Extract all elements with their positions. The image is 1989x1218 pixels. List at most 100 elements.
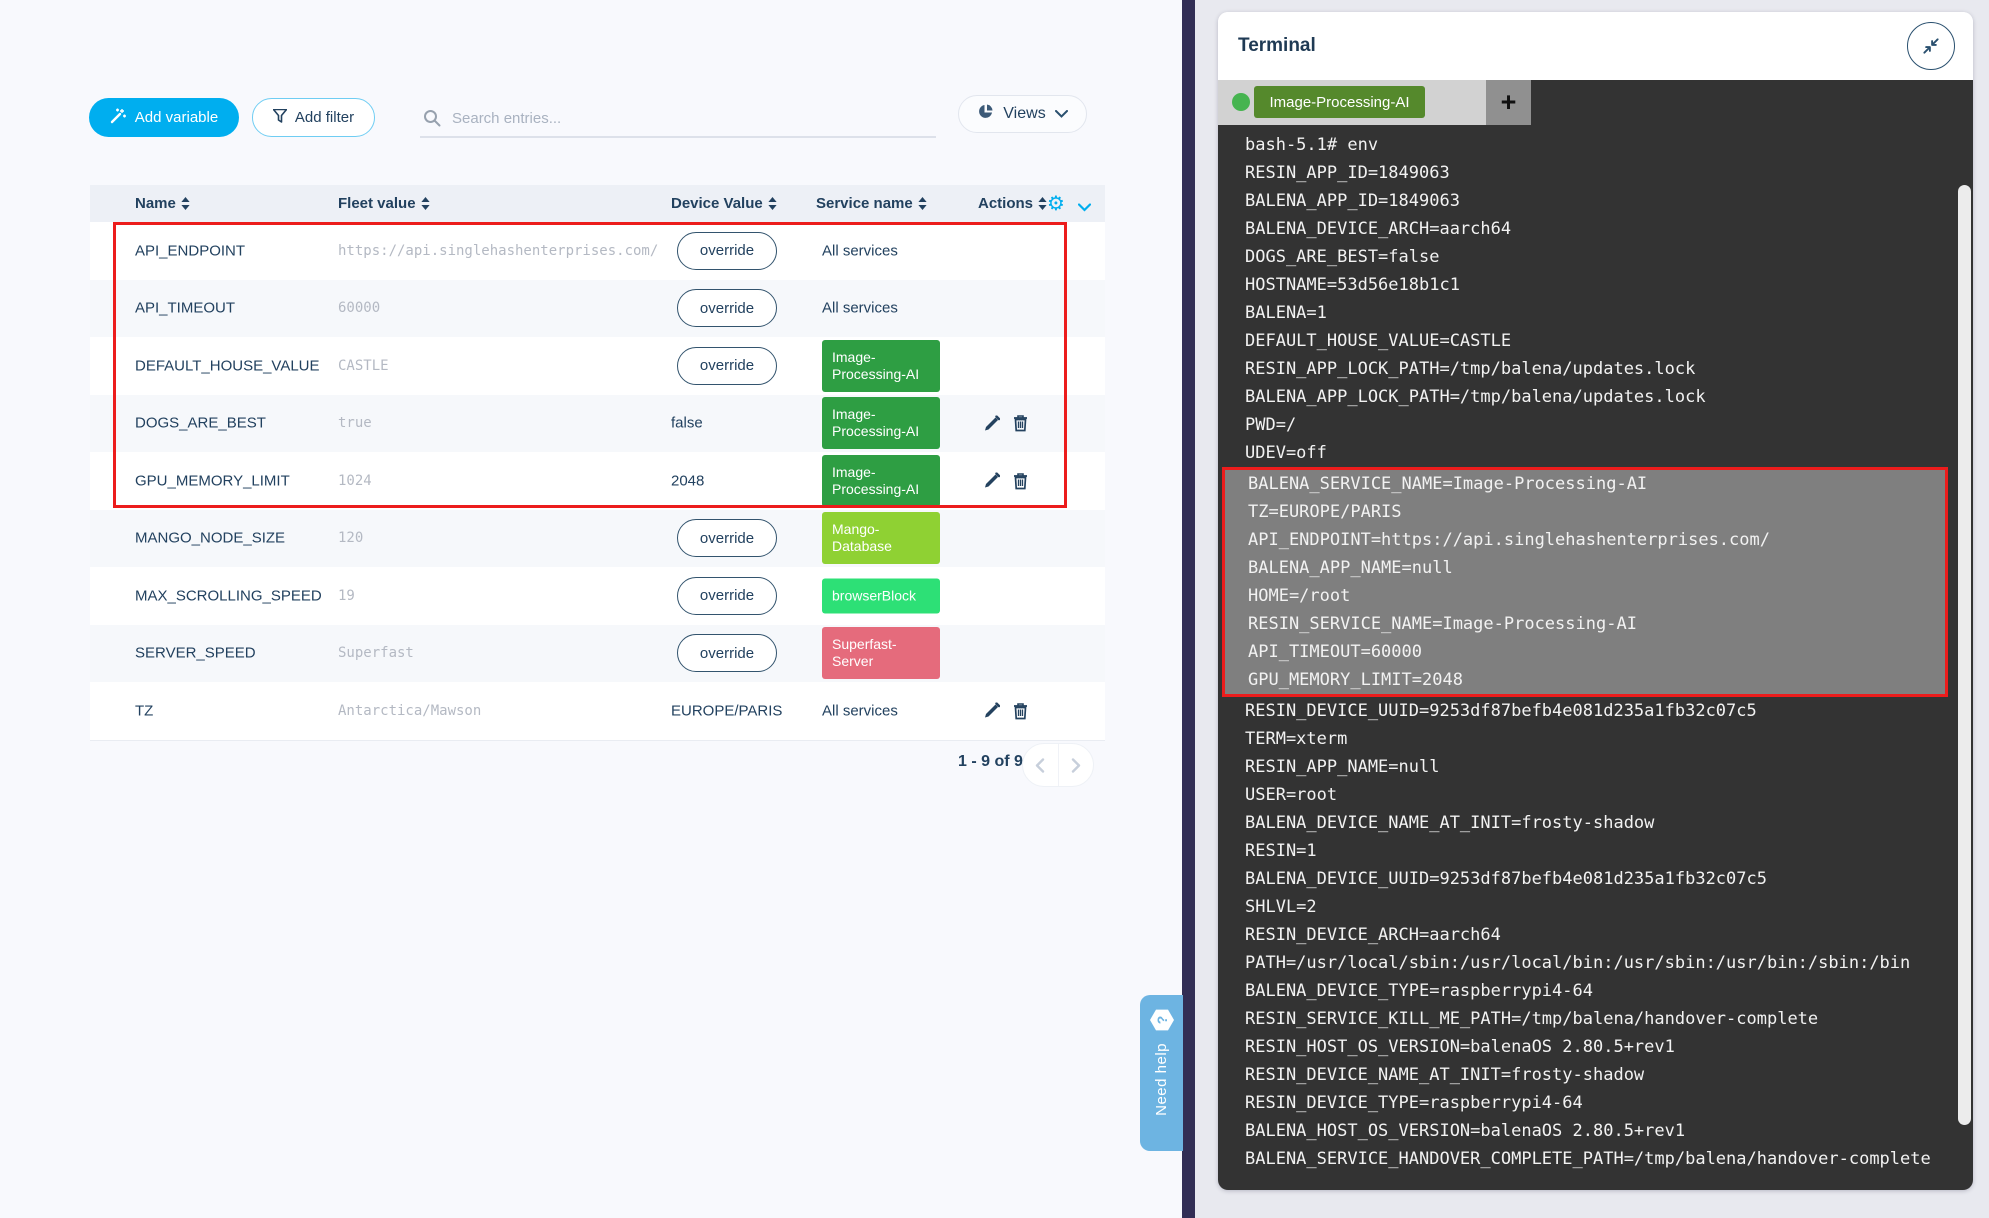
override-button[interactable]: override	[677, 519, 777, 557]
device-value: false	[671, 415, 703, 432]
variable-name: API_ENDPOINT	[135, 242, 245, 259]
table-row: TZ Antarctica/Mawson EUROPE/PARIS All servi…	[90, 682, 1105, 740]
terminal-line: RESIN_APP_NAME=null	[1218, 753, 1973, 781]
override-button[interactable]: override	[677, 577, 777, 615]
delete-button[interactable]	[1011, 470, 1030, 491]
sort-icon	[1038, 197, 1047, 210]
column-header-device-value[interactable]: Device Value	[671, 185, 777, 222]
trash-icon	[1013, 415, 1028, 432]
pie-chart-icon	[977, 103, 994, 125]
fleet-value: 120	[338, 530, 363, 546]
table-body: API_ENDPOINThttps://api.singlehashenterp…	[90, 222, 1105, 741]
table-row: DOGS_ARE_BESTtruefalseImage-Processing-A…	[90, 395, 1105, 453]
terminal-output: bash-5.1# envRESIN_APP_ID=1849063BALENA_…	[1218, 125, 1973, 1190]
variable-name: DOGS_ARE_BEST	[135, 415, 266, 432]
variables-panel: Add variable Add filter Views Name Fleet…	[0, 0, 1182, 1218]
column-header-name[interactable]: Name	[135, 185, 190, 222]
sort-icon	[918, 197, 927, 210]
pencil-icon	[984, 473, 1000, 489]
override-button[interactable]: override	[677, 634, 777, 672]
column-header-service-name[interactable]: Service name	[816, 185, 927, 222]
edit-button[interactable]	[982, 413, 1002, 434]
terminal-line: DEFAULT_HOUSE_VALUE=CASTLE	[1218, 327, 1973, 355]
terminal-line: BALENA_APP_ID=1849063	[1218, 187, 1973, 215]
terminal-line: RESIN_SERVICE_NAME=Image-Processing-AI	[1225, 610, 1945, 638]
add-variable-label: Add variable	[135, 109, 218, 126]
views-button[interactable]: Views	[958, 95, 1087, 133]
hexagon-question-icon: ?	[1149, 1007, 1175, 1033]
pagination-label: 1 - 9 of 9	[958, 753, 1023, 771]
chevron-down-icon	[1055, 105, 1068, 123]
search-input[interactable]	[452, 102, 922, 134]
service-badge: Mango-Database	[822, 512, 940, 564]
edit-button[interactable]	[982, 700, 1002, 721]
trash-icon	[1013, 472, 1028, 489]
terminal-line: RESIN_HOST_OS_VERSION=balenaOS 2.80.5+re…	[1218, 1033, 1973, 1061]
terminal-line: API_TIMEOUT=60000	[1225, 638, 1945, 666]
prev-page-button[interactable]	[1023, 744, 1059, 786]
override-button[interactable]: override	[677, 232, 777, 270]
terminal-line: RESIN_DEVICE_TYPE=raspberrypi4-64	[1218, 1089, 1973, 1117]
pencil-icon	[984, 703, 1000, 719]
service-name: All services	[822, 702, 898, 719]
terminal-line: BALENA_APP_NAME=null	[1225, 554, 1945, 582]
column-header-actions[interactable]: Actions	[978, 185, 1047, 222]
pagination-controls	[1022, 743, 1094, 787]
terminal-line: DOGS_ARE_BEST=false	[1218, 243, 1973, 271]
variable-name: SERVER_SPEED	[135, 645, 256, 662]
sort-icon	[768, 197, 777, 210]
column-header-fleet-value[interactable]: Fleet value	[338, 185, 430, 222]
terminal-line: RESIN_APP_ID=1849063	[1218, 159, 1973, 187]
table-row: API_ENDPOINThttps://api.singlehashenterp…	[90, 222, 1105, 280]
panel-divider[interactable]	[1182, 0, 1195, 1218]
override-button[interactable]: override	[677, 289, 777, 327]
add-filter-button[interactable]: Add filter	[252, 98, 375, 137]
delete-button[interactable]	[1011, 413, 1030, 434]
terminal-line: UDEV=off	[1218, 439, 1973, 467]
delete-button[interactable]	[1011, 700, 1030, 721]
next-page-button[interactable]	[1059, 744, 1094, 786]
terminal-line: API_ENDPOINT=https://api.singlehashenter…	[1225, 526, 1945, 554]
row-actions	[982, 700, 1030, 721]
terminal-drawer: Terminal Image-Processing-AI + bash-5.1#…	[1195, 0, 1989, 1218]
terminal-header: Terminal	[1218, 12, 1973, 80]
chevron-down-icon[interactable]	[1078, 199, 1091, 217]
variable-name: MAX_SCROLLING_SPEED	[135, 587, 322, 604]
terminal-line: RESIN_DEVICE_ARCH=aarch64	[1218, 921, 1973, 949]
terminal-line: PWD=/	[1218, 411, 1973, 439]
add-variable-button[interactable]: Add variable	[89, 98, 239, 137]
terminal-line: HOME=/root	[1225, 582, 1945, 610]
terminal-line: RESIN_APP_LOCK_PATH=/tmp/balena/updates.…	[1218, 355, 1973, 383]
service-badge: Image-Processing-AI	[822, 340, 940, 392]
terminal-line: PATH=/usr/local/sbin:/usr/local/bin:/usr…	[1218, 949, 1973, 977]
fleet-value: 60000	[338, 300, 380, 316]
variable-name: TZ	[135, 702, 153, 719]
terminal-scrollbar-thumb[interactable]	[1958, 185, 1971, 1125]
terminal-line: RESIN_DEVICE_UUID=9253df87befb4e081d235a…	[1218, 697, 1973, 725]
device-value: EUROPE/PARIS	[671, 702, 782, 719]
terminal-line: BALENA_APP_LOCK_PATH=/tmp/balena/updates…	[1218, 383, 1973, 411]
edit-button[interactable]	[982, 470, 1002, 491]
sort-icon	[421, 197, 430, 210]
search-field	[420, 98, 936, 138]
trash-icon	[1013, 702, 1028, 719]
new-tab-button[interactable]: +	[1486, 80, 1531, 125]
collapse-terminal-button[interactable]	[1907, 22, 1955, 70]
variable-name: GPU_MEMORY_LIMIT	[135, 472, 290, 489]
variable-name: MANGO_NODE_SIZE	[135, 530, 285, 547]
search-icon	[423, 109, 441, 127]
variable-name: DEFAULT_HOUSE_VALUE	[135, 357, 320, 374]
fleet-value: CASTLE	[338, 358, 389, 374]
override-button[interactable]: override	[677, 347, 777, 385]
tab-image-processing-ai[interactable]: Image-Processing-AI	[1254, 86, 1425, 118]
terminal-line: SHLVL=2	[1218, 893, 1973, 921]
need-help-button[interactable]: ? Need help	[1140, 995, 1183, 1151]
terminal-line: bash-5.1# env	[1218, 131, 1973, 159]
gear-icon[interactable]: ⚙	[1047, 191, 1065, 215]
fleet-value: Antarctica/Mawson	[338, 703, 481, 719]
terminal-line: RESIN=1	[1218, 837, 1973, 865]
terminal-tab-bar: Image-Processing-AI +	[1218, 80, 1973, 125]
terminal-line: BALENA_DEVICE_UUID=9253df87befb4e081d235…	[1218, 865, 1973, 893]
sort-icon	[181, 197, 190, 210]
service-badge: browserBlock	[822, 578, 940, 613]
